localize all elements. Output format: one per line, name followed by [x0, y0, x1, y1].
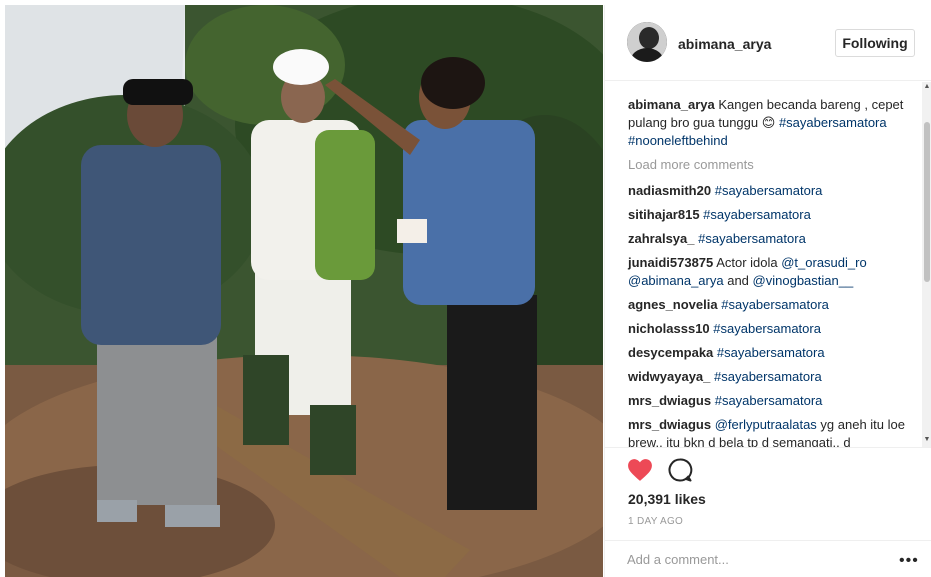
comment-username[interactable]: nicholasss10	[628, 321, 710, 336]
comment-mention[interactable]: @abimana_arya	[628, 273, 724, 288]
comment-mention[interactable]: @vinogbastian__	[753, 273, 854, 288]
add-comment-bar: •••	[605, 540, 931, 577]
comment-text[interactable]: #sayabersamatora	[703, 207, 811, 222]
comment-item: nicholasss10 #sayabersamatora	[628, 320, 918, 338]
comment-item: sitihajar815 #sayabersamatora	[628, 206, 918, 224]
comment-item: mrs_dwiagus #sayabersamatora	[628, 392, 918, 410]
comment-item: mrs_dwiagus @ferlyputraalatas yg aneh it…	[628, 416, 918, 447]
author-avatar[interactable]	[627, 22, 667, 62]
scrollbar-thumb[interactable]	[924, 122, 930, 282]
comment-username[interactable]: sitihajar815	[628, 207, 700, 222]
comment-list[interactable]: abimana_arya Kangen becanda bareng , cep…	[605, 82, 931, 447]
comment-text[interactable]: #sayabersamatora	[715, 183, 823, 198]
comment-username[interactable]: junaidi573875	[628, 255, 713, 270]
comment-item: desycempaka #sayabersamatora	[628, 344, 918, 362]
post-actions: 20,391 likes 1 DAY AGO •••	[605, 447, 931, 577]
following-button[interactable]: Following	[835, 29, 915, 57]
comment-text[interactable]: #sayabersamatora	[713, 321, 821, 336]
load-more-comments-link[interactable]: Load more comments	[628, 157, 754, 172]
comment-bubble-icon[interactable]	[667, 457, 693, 483]
caption-username[interactable]: abimana_arya	[628, 97, 715, 112]
comment-username[interactable]: agnes_novelia	[628, 297, 718, 312]
scroll-up-arrow-icon[interactable]: ▲	[923, 83, 931, 90]
comment-username[interactable]: desycempaka	[628, 345, 713, 360]
comment-text[interactable]: #sayabersamatora	[714, 369, 822, 384]
add-comment-input[interactable]	[627, 549, 877, 569]
more-options-icon[interactable]: •••	[899, 553, 919, 569]
comment-mention[interactable]: @t_orasudi_ro	[781, 255, 866, 270]
comment-mention[interactable]: @ferlyputraalatas	[715, 417, 817, 432]
comment-text[interactable]: #sayabersamatora	[715, 393, 823, 408]
heart-icon[interactable]	[627, 458, 653, 482]
caption: abimana_arya Kangen becanda bareng , cep…	[628, 96, 918, 150]
comment-item: agnes_novelia #sayabersamatora	[628, 296, 918, 314]
likes-count[interactable]: 20,391 likes	[628, 491, 706, 507]
comment-text[interactable]: #sayabersamatora	[721, 297, 829, 312]
comment-text: Actor idola	[716, 255, 778, 270]
post-timestamp[interactable]: 1 DAY AGO	[628, 516, 683, 527]
comment-item: widwyayaya_ #sayabersamatora	[628, 368, 918, 386]
post-header: abimana_arya Following	[605, 5, 931, 81]
post-photo[interactable]	[5, 5, 603, 577]
scroll-down-arrow-icon[interactable]: ▼	[923, 436, 931, 443]
comment-item: junaidi573875 Actor idola @t_orasudi_ro …	[628, 254, 918, 290]
smile-emoji: 😊	[761, 115, 776, 130]
comment-username[interactable]: zahralsya_	[628, 231, 695, 246]
comment-item: zahralsya_ #sayabersamatora	[628, 230, 918, 248]
comment-text[interactable]: #sayabersamatora	[698, 231, 806, 246]
comment-text[interactable]: #sayabersamatora	[717, 345, 825, 360]
comments-scrollbar[interactable]: ▲ ▼	[922, 82, 931, 447]
post-side-panel: abimana_arya Following abimana_arya Kang…	[604, 5, 931, 577]
comment-username[interactable]: widwyayaya_	[628, 369, 710, 384]
comment-text: and	[727, 273, 749, 288]
comment-username[interactable]: mrs_dwiagus	[628, 417, 711, 432]
comment-item: nadiasmith20 #sayabersamatora	[628, 182, 918, 200]
comment-username[interactable]: nadiasmith20	[628, 183, 711, 198]
comment-username[interactable]: mrs_dwiagus	[628, 393, 711, 408]
author-username[interactable]: abimana_arya	[678, 36, 771, 52]
